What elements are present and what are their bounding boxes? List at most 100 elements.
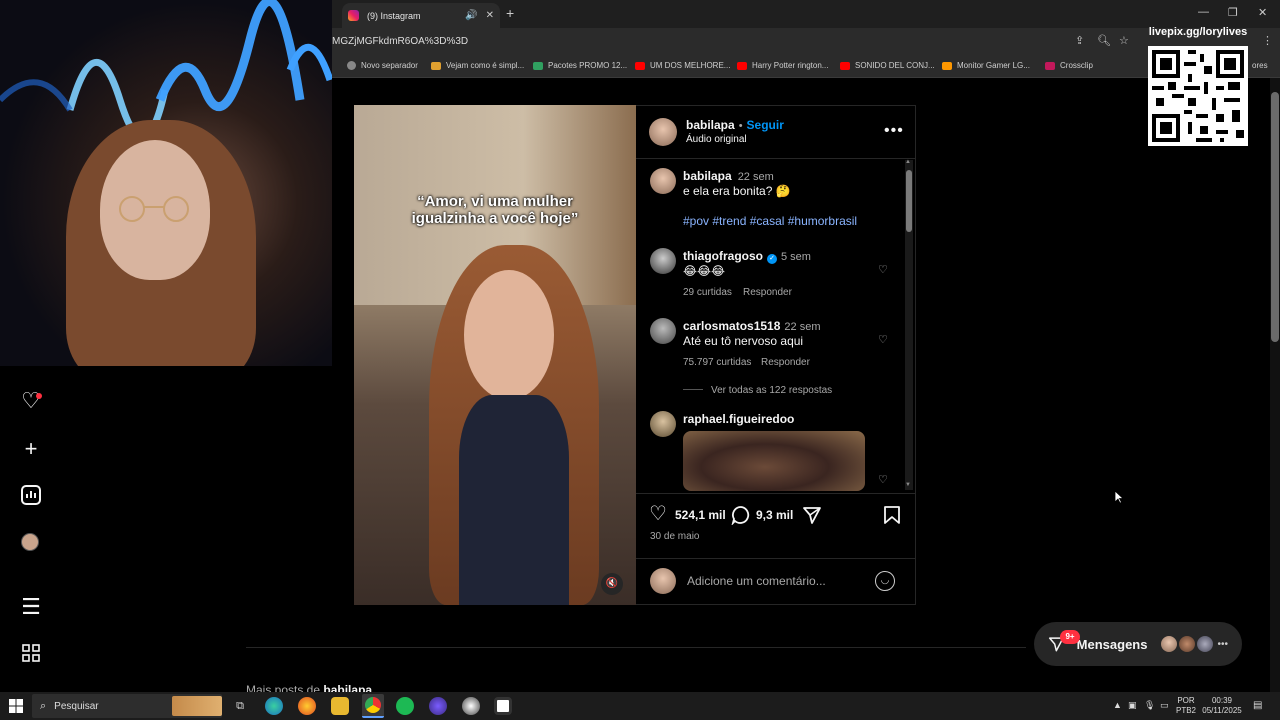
description-header: babilapa 22 sem [683,169,774,183]
bookmark-item[interactable]: Monitor Gamer LG... [942,61,1030,70]
dashboard-icon[interactable] [20,485,42,507]
bookmarks-overflow[interactable]: ores [1252,61,1268,70]
description-hashtags[interactable]: #pov #trend #casal #humorbrasil [683,214,857,228]
comments-scrollbar[interactable] [906,170,912,232]
tab-instagram[interactable]: (9) Instagram 🔊 ✕ [342,3,500,28]
minimize-icon[interactable]: — [1198,6,1209,18]
comment-like-heart-icon[interactable]: ♡ [878,333,888,346]
notifications-center-icon[interactable]: ▤ [1253,700,1262,711]
menu-hamburger-icon[interactable]: ☰ [20,596,42,618]
comment-bubble-icon[interactable] [731,505,751,530]
description-username[interactable]: babilapa [683,169,732,183]
firefox-icon[interactable] [298,697,316,715]
audio-label[interactable]: Áudio original [686,134,747,145]
youtube-icon [840,61,850,70]
spotify-icon[interactable] [396,697,414,715]
speaker-icon[interactable]: 🔊 [465,10,477,21]
bookmark-item[interactable]: Harry Potter rington... [737,61,828,70]
task-view-icon[interactable]: ⧉ [231,697,249,715]
language-indicator[interactable]: POR PTB2 [1176,696,1196,716]
author-avatar[interactable] [650,168,676,194]
profile-avatar[interactable] [21,533,39,551]
scroll-down-icon[interactable]: ▼ [905,482,911,488]
emoji-icon[interactable]: ◡ [875,571,895,591]
comment-header: thiagofragoso ✓ 5 sem [683,249,811,264]
messages-label: Mensagens [1076,636,1148,652]
like-count[interactable]: 524,1 mil [675,508,726,522]
youtube-icon [635,61,645,70]
author-username[interactable]: babilapa [686,118,735,132]
create-plus-icon[interactable]: + [20,438,42,460]
comment-time: 5 sem [781,251,811,263]
bookmark-item[interactable]: SONIDO DEL CONJ... [840,61,935,70]
capture-app-icon[interactable] [494,697,512,715]
commenter-avatar[interactable] [650,318,676,344]
view-replies-button[interactable]: Ver todas as 122 respostas [711,385,832,396]
more-apps-icon[interactable] [20,643,42,665]
close-tab-icon[interactable]: ✕ [486,10,494,21]
new-tab-button[interactable]: + [506,5,514,21]
bookmark-star-icon[interactable]: ☆ [1119,34,1129,47]
replies-divider [683,389,703,390]
notification-dot [36,393,42,399]
reply-button[interactable]: Responder [743,287,792,298]
comment-likes[interactable]: 29 curtidas [683,287,732,298]
reply-button[interactable]: Responder [761,357,810,368]
author-line: babilapa • Seguir [686,118,784,132]
zoom-icon[interactable]: 🔍︎ [1097,34,1111,47]
webcam-overlay [0,0,332,366]
page-scrollbar[interactable] [1271,92,1279,342]
bookmark-item[interactable]: Crossclip [1045,61,1093,70]
like-heart-icon[interactable]: ♡ [649,504,667,524]
browser-menu-icon[interactable]: ⋮ [1262,34,1273,47]
comment-likes[interactable]: 75.797 curtidas [683,357,751,368]
network-icon[interactable]: ▭ [1160,700,1169,711]
install-app-icon[interactable]: ⇪ [1075,34,1084,47]
comment-input[interactable]: Adicione um comentário... [687,574,826,588]
windows-start-icon[interactable] [9,699,23,718]
section-divider [246,647,1026,648]
comment-username[interactable]: thiagofragoso [683,249,763,263]
bookmark-favicon [942,61,952,70]
author-avatar[interactable] [649,118,677,146]
comment-gif-image[interactable] [683,431,865,491]
commenter-avatar[interactable] [650,248,676,274]
commenter-avatar[interactable] [650,411,676,437]
bookmark-item[interactable]: UM DOS MELHORE... [635,61,730,70]
contact-avatar [1161,636,1178,652]
save-bookmark-icon[interactable] [883,505,901,530]
comment-text: 😂😂😂 [683,264,726,278]
microphone-icon[interactable]: 🎙︎ [1144,700,1155,711]
url-field[interactable]: MGZjMGFkdmR6OA%3D%3D [332,36,468,47]
restore-icon[interactable]: ❐ [1228,6,1238,19]
clock[interactable]: 00:39 05/11/2025 [1200,696,1244,716]
share-send-icon[interactable] [802,505,822,530]
globe-icon [347,61,356,70]
edge-icon[interactable] [265,697,283,715]
bookmark-item[interactable]: Pacotes PROMO 12... [533,61,627,70]
obs-icon[interactable] [462,697,480,715]
comment-username[interactable]: raphael.figueiredoo [683,412,794,426]
tray-chevron-icon[interactable]: ▲ [1113,700,1122,710]
bookmark-item[interactable]: Vejam como é simpl... [431,61,524,70]
close-window-icon[interactable]: ✕ [1258,6,1267,19]
follow-button[interactable]: Seguir [747,118,784,132]
more-options-icon[interactable]: ••• [884,122,904,140]
messages-button[interactable]: Mensagens ••• [1034,622,1242,666]
video-caption-overlay: “Amor, vi uma mulher igualzinha a você h… [411,193,579,227]
comment-like-heart-icon[interactable]: ♡ [878,263,888,276]
tray-app-icon[interactable]: ▣ [1128,700,1137,711]
comment-username[interactable]: carlosmatos1518 [683,319,780,333]
file-explorer-icon[interactable] [331,697,349,715]
discord-icon[interactable] [429,697,447,715]
post-video[interactable]: “Amor, vi uma mulher igualzinha a você h… [354,105,636,605]
chrome-active-icon[interactable] [362,694,384,718]
comment-count[interactable]: 9,3 mil [756,508,793,522]
scroll-up-icon[interactable]: ▲ [905,159,911,165]
more-contacts-icon: ••• [1217,638,1228,650]
mouse-cursor-icon [1114,490,1125,509]
mute-toggle-icon[interactable]: 🔇 [601,573,623,595]
bookmark-item[interactable]: Novo separador [347,61,418,70]
taskbar-search[interactable]: ⌕ Pesquisar [32,694,222,718]
comment-like-heart-icon[interactable]: ♡ [878,473,888,486]
